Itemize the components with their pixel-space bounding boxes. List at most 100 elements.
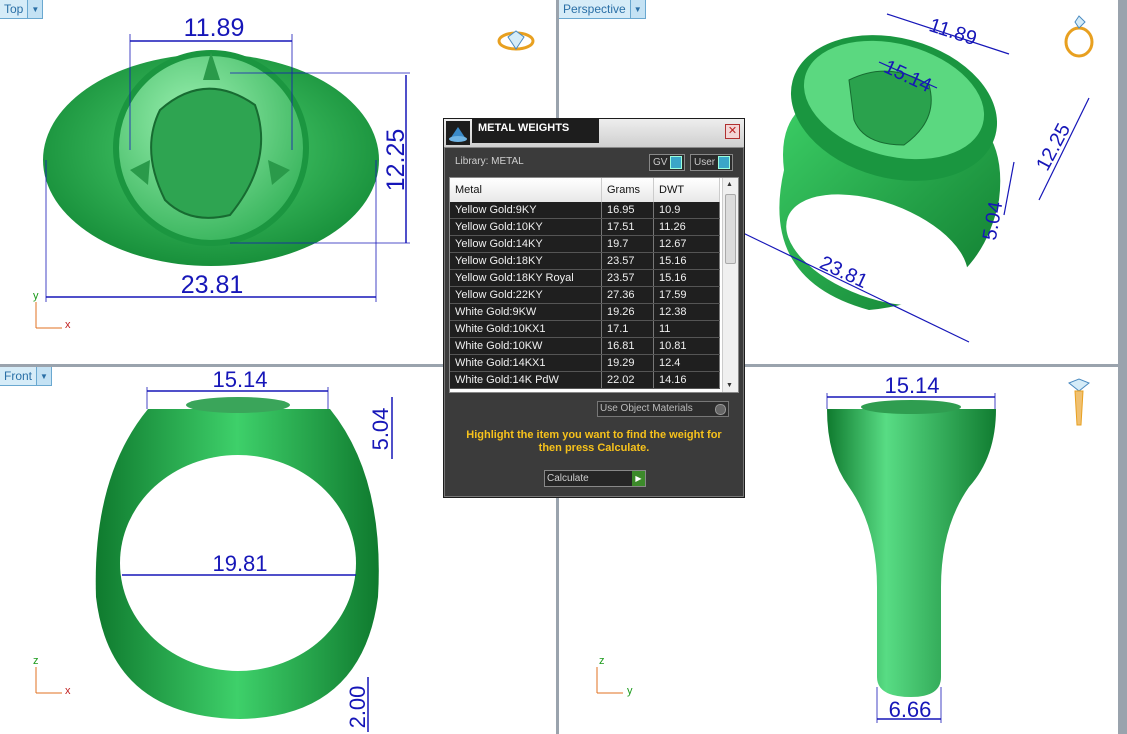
scrollbar-thumb[interactable] [725,194,736,264]
metal-cell: Yellow Gold:18KY Royal [450,269,602,287]
close-icon[interactable]: ✕ [725,124,740,139]
gv-toggle[interactable]: GV [649,154,686,171]
chevron-down-icon[interactable]: ▼ [36,367,52,385]
scroll-down-icon[interactable]: ▼ [726,382,733,389]
metal-cell: Yellow Gold:22KY [450,286,602,304]
viewport-label-perspective[interactable]: Perspective ▼ [559,0,646,19]
metal-cell: Yellow Gold:10KY [450,218,602,236]
chevron-down-icon[interactable]: ▼ [629,0,645,18]
viewport-name: Perspective [563,2,626,16]
column-header-metal[interactable]: Metal [450,178,602,202]
dwt-cell: 11 [653,320,720,338]
dwt-cell: 10.9 [653,202,720,219]
table-row[interactable]: White Gold:14K PdW 22.02 14.16 [450,371,720,389]
toggle-switch-icon [670,156,683,169]
chevron-down-icon[interactable]: ▼ [27,0,43,18]
table-row[interactable]: White Gold:9KW 19.26 12.38 [450,303,720,321]
dim-label: 12.25 [382,129,410,192]
table-row[interactable]: White Gold:14KX1 19.29 12.4 [450,354,720,372]
axis-label-right: y [627,685,633,697]
dwt-cell: 12.38 [653,303,720,321]
ring-seal [861,400,961,414]
grams-cell: 19.26 [601,303,654,321]
radio-icon [715,404,726,415]
use-object-materials-toggle[interactable]: Use Object Materials [597,401,729,417]
grams-cell: 23.57 [601,252,654,270]
table-row[interactable]: Yellow Gold:18KY Royal 23.57 15.16 [450,269,720,287]
user-toggle-label: User [694,157,716,168]
dim-label: 11.89 [926,14,979,50]
dwt-cell: 10.81 [653,337,720,355]
axis-label-up: y [33,290,39,302]
grams-cell: 19.7 [601,235,654,253]
dim-label: 5.04 [368,408,393,451]
metal-cell: White Gold:9KW [450,303,602,321]
axis-label-right: x [65,685,71,697]
user-toggle[interactable]: User [690,154,734,171]
dim-label: 23.81 [181,271,244,299]
dim-label: 15.14 [884,373,939,398]
ring-shank [827,409,996,697]
grams-cell: 16.81 [601,337,654,355]
viewport-name: Top [4,2,24,16]
scale-icon [446,121,470,145]
table-row[interactable]: Yellow Gold:9KY 16.95 10.9 [450,202,720,219]
dwt-cell: 12.67 [653,235,720,253]
play-arrow-icon: ▶ [632,471,645,486]
dim-label: 6.66 [889,697,932,722]
dim-label: 11.89 [184,14,245,42]
viewport-label-front[interactable]: Front ▼ [0,367,53,386]
instruction-text: Highlight the item you want to find the … [466,429,722,454]
calculate-label: Calculate [547,473,589,484]
metal-cell: Yellow Gold:18KY [450,252,602,270]
dwt-cell: 11.26 [653,218,720,236]
metal-weights-dialog: METAL WEIGHTS ✕ Library: METAL GV User M… [443,118,745,498]
ring-preview-icon [1068,378,1090,426]
dim-label: 19.81 [212,551,267,576]
dwt-cell: 14.16 [653,371,720,389]
metal-cell: White Gold:10KW [450,337,602,355]
gv-toggle-label: GV [653,157,668,168]
table-row[interactable]: Yellow Gold:18KY 23.57 15.16 [450,252,720,270]
metal-cell: White Gold:10KX1 [450,320,602,338]
dwt-cell: 15.16 [653,252,720,270]
grams-cell: 22.02 [601,371,654,389]
table-row[interactable]: White Gold:10KX1 17.1 11 [450,320,720,338]
table-row[interactable]: Yellow Gold:14KY 19.7 12.67 [450,235,720,253]
ring-seal [186,397,290,413]
grams-cell: 23.57 [601,269,654,287]
grams-cell: 17.51 [601,218,654,236]
metal-cell: White Gold:14K PdW [450,371,602,389]
metal-table-body: Yellow Gold:9KY 16.95 10.9 Yellow Gold:10KY… [450,202,720,389]
calculate-button[interactable]: Calculate ▶ [544,470,646,487]
axis-label-right: x [65,319,71,331]
ring-preview-icon [497,30,535,51]
dim-label: 12.25 [1032,120,1075,175]
axis-label-up: z [599,655,605,667]
viewport-name: Front [4,369,33,383]
dwt-cell: 15.16 [653,269,720,287]
viewport-label-top[interactable]: Top ▼ [0,0,44,19]
metal-table: Metal Grams DWT Yellow Gold:9KY 16.95 10.9… [449,177,739,393]
library-label: Library: METAL [455,156,524,167]
grams-cell: 16.95 [601,202,654,219]
ring-preview-icon [1064,15,1094,58]
dwt-cell: 17.59 [653,286,720,304]
metal-cell: Yellow Gold:14KY [450,235,602,253]
dwt-cell: 12.4 [653,354,720,372]
table-row[interactable]: White Gold:10KW 16.81 10.81 [450,337,720,355]
column-header-grams[interactable]: Grams [601,178,654,202]
dialog-title: METAL WEIGHTS [472,119,599,143]
column-header-dwt[interactable]: DWT [653,178,720,202]
scroll-up-icon[interactable]: ▲ [726,181,733,188]
dim-label: 15.14 [212,367,267,392]
use-object-materials-label: Use Object Materials [600,403,693,414]
metal-cell: White Gold:14KX1 [450,354,602,372]
table-scrollbar[interactable]: ▲ ▼ [722,178,738,392]
grams-cell: 27.36 [601,286,654,304]
dialog-titlebar[interactable]: METAL WEIGHTS ✕ [444,119,744,148]
table-row[interactable]: Yellow Gold:10KY 17.51 11.26 [450,218,720,236]
metal-cell: Yellow Gold:9KY [450,202,602,219]
toggle-switch-icon [718,156,731,169]
table-row[interactable]: Yellow Gold:22KY 27.36 17.59 [450,286,720,304]
